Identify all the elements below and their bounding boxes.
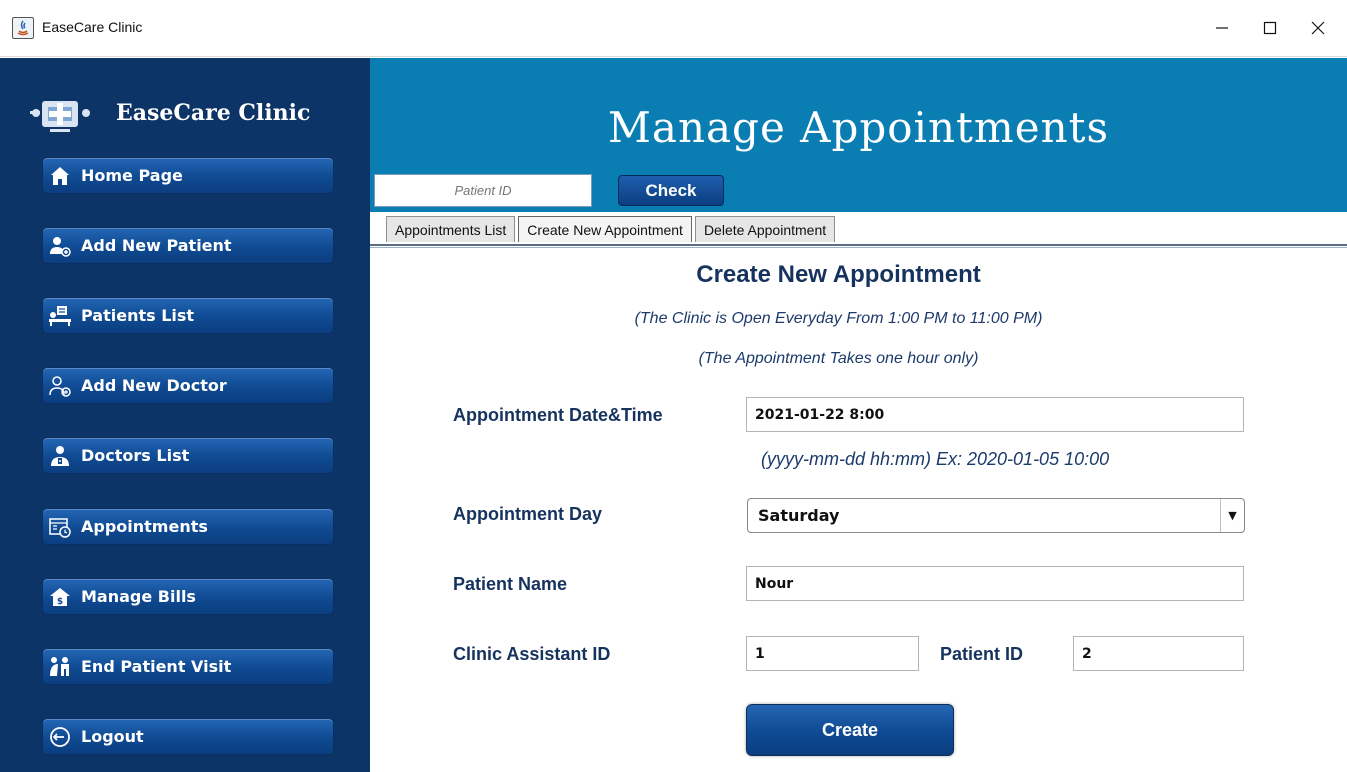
tab-appointments-list[interactable]: Appointments List (386, 216, 516, 242)
patient-id-search-input[interactable] (374, 174, 592, 207)
form-title: Create New Appointment (696, 261, 981, 288)
bills-icon: $ (47, 584, 73, 610)
appointment-duration-note: (The Appointment Takes one hour only) (698, 350, 979, 367)
add-doctor-icon (47, 373, 73, 399)
sidebar-item-patients-list[interactable]: Patients List (42, 297, 334, 334)
svg-text:$: $ (57, 597, 63, 607)
sidebar-item-end-visit[interactable]: End Patient Visit (42, 648, 334, 685)
logout-icon (47, 724, 73, 750)
sidebar-item-label: Logout (81, 727, 144, 746)
maximize-button[interactable] (1248, 13, 1292, 43)
day-select[interactable]: Saturday ▼ (747, 498, 1245, 533)
tab-bar: Appointments List Create New Appointment… (386, 216, 838, 244)
day-label: Appointment Day (453, 504, 603, 524)
patient-id-label: Patient ID (940, 644, 1024, 664)
clinic-hours-note: (The Clinic is Open Everyday From 1:00 P… (634, 310, 1043, 327)
chevron-down-icon[interactable]: ▼ (1220, 499, 1244, 532)
appointments-icon (47, 514, 73, 540)
sidebar-item-add-patient[interactable]: Add New Patient (42, 227, 334, 264)
day-select-value: Saturday (758, 506, 840, 525)
doctors-list-icon (47, 443, 73, 469)
patient-id-field[interactable]: 2 (1073, 636, 1244, 671)
brand: EaseCare Clinic (28, 88, 310, 138)
sidebar-item-label: Add New Patient (81, 236, 232, 255)
sidebar-item-label: Home Page (81, 166, 183, 185)
add-patient-icon (47, 233, 73, 259)
sidebar-item-label: Doctors List (81, 446, 190, 465)
sidebar-item-label: Patients List (81, 306, 195, 325)
clinic-logo-icon (30, 101, 90, 132)
window-title: EaseCare Clinic (42, 19, 143, 35)
home-icon (47, 163, 73, 189)
sidebar-item-label: Manage Bills (81, 587, 196, 606)
end-visit-icon (47, 654, 73, 680)
sidebar-item-label: End Patient Visit (81, 657, 232, 676)
sidebar-item-label: Appointments (81, 517, 208, 536)
datetime-format-hint: (yyyy-mm-dd hh:mm) Ex: 2020-01-05 10:00 (761, 449, 1110, 469)
sidebar-item-home[interactable]: Home Page (42, 157, 334, 194)
tab-divider (370, 244, 1347, 248)
java-app-icon (12, 17, 34, 39)
main-panel: Manage Appointments Check Appointments L… (370, 58, 1347, 772)
patient-name-label: Patient Name (453, 574, 568, 594)
assistant-id-field[interactable]: 1 (746, 636, 919, 671)
close-icon (1311, 21, 1325, 35)
page-title: Manage Appointments (607, 103, 1110, 152)
sidebar-item-add-doctor[interactable]: Add New Doctor (42, 367, 334, 404)
check-button[interactable]: Check (618, 175, 724, 206)
tab-create-new-appointment[interactable]: Create New Appointment (518, 216, 692, 242)
patients-list-icon (47, 303, 73, 329)
brand-name: EaseCare Clinic (116, 100, 311, 126)
sidebar-item-appointments[interactable]: Appointments (42, 508, 334, 545)
minimize-button[interactable] (1200, 13, 1244, 43)
assistant-id-label: Clinic Assistant ID (453, 644, 611, 664)
sidebar-item-manage-bills[interactable]: $ Manage Bills (42, 578, 334, 615)
sidebar-item-logout[interactable]: Logout (42, 718, 334, 755)
sidebar-item-doctors-list[interactable]: Doctors List (42, 437, 334, 474)
patient-name-field[interactable]: Nour (746, 566, 1244, 601)
minimize-icon (1216, 27, 1228, 29)
page-header: Manage Appointments Check (370, 58, 1347, 212)
sidebar-item-label: Add New Doctor (81, 376, 227, 395)
tab-delete-appointment[interactable]: Delete Appointment (694, 216, 836, 242)
datetime-field[interactable]: 2021-01-22 8:00 (746, 397, 1244, 432)
create-button[interactable]: Create (746, 704, 954, 756)
maximize-icon (1263, 21, 1277, 35)
sidebar: EaseCare Clinic Home Page Add New Patien… (0, 58, 370, 772)
close-button[interactable] (1296, 13, 1340, 43)
datetime-label: Appointment Date&Time (453, 405, 663, 425)
window-titlebar: EaseCare Clinic (0, 0, 1347, 57)
